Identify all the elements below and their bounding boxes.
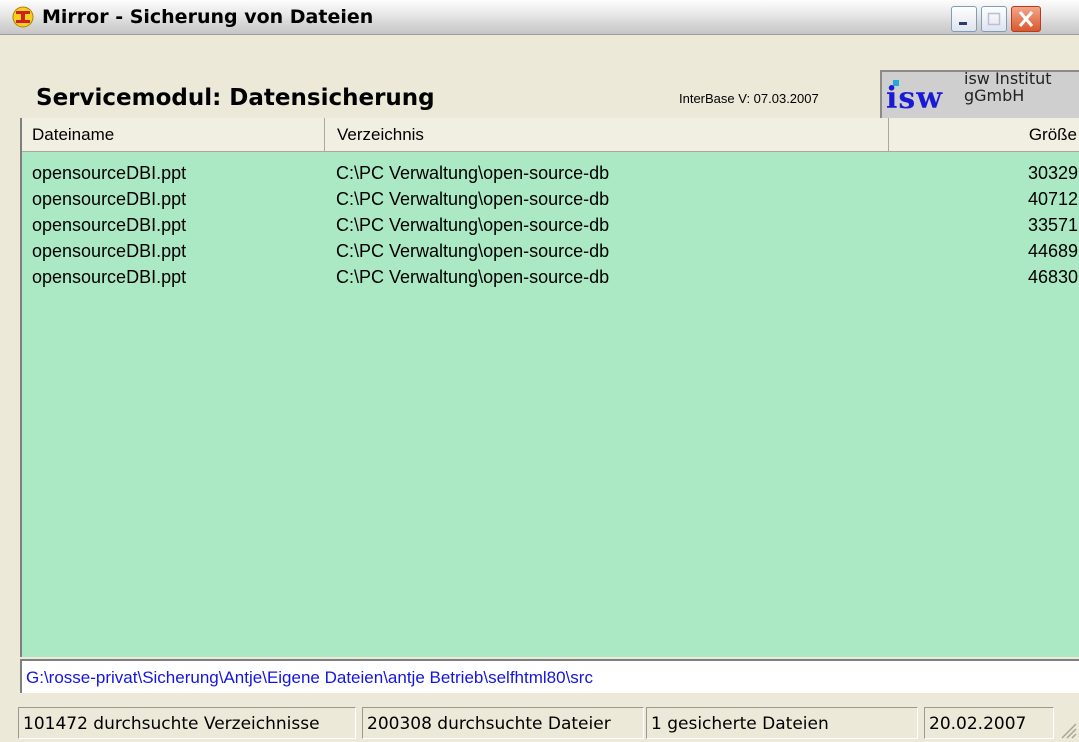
table-row[interactable]: opensourceDBI.ppt C:\PC Verwaltung\open-… — [22, 264, 1079, 290]
column-header-filename[interactable]: Dateiname — [22, 118, 325, 152]
logo-isw-text: isw — [886, 81, 944, 116]
table-row[interactable]: opensourceDBI.ppt C:\PC Verwaltung\open-… — [22, 238, 1079, 264]
table-row[interactable]: opensourceDBI.ppt C:\PC Verwaltung\open-… — [22, 186, 1079, 212]
status-date: 20.02.2007 — [924, 707, 1054, 739]
cell-size: 33571 — [1027, 215, 1078, 235]
cell-filename: opensourceDBI.ppt — [32, 267, 187, 287]
cell-filename: opensourceDBI.ppt — [32, 241, 187, 261]
column-header-size[interactable]: Größe — [889, 118, 1079, 152]
cell-filename: opensourceDBI.ppt — [32, 215, 187, 235]
file-list[interactable]: Dateiname Verzeichnis Größe opensourceDB… — [20, 118, 1079, 657]
cell-size: 40712 — [1027, 189, 1078, 209]
logo-company-suffix: gGmbH — [964, 86, 1025, 105]
minimize-icon — [959, 22, 967, 25]
cell-size: 44689 — [1027, 241, 1078, 261]
app-window: Mirror - Sicherung von Dateien Servicemo… — [0, 0, 1079, 742]
close-button[interactable] — [1011, 6, 1041, 32]
frame-edge — [16, 118, 18, 703]
status-files-count: 200308 durchsuchte Dateier — [362, 707, 644, 739]
cell-directory: C:\PC Verwaltung\open-source-db — [336, 189, 610, 209]
cell-filename: opensourceDBI.ppt — [32, 189, 187, 209]
status-dirs-count: 101472 durchsuchte Verzeichnisse — [18, 707, 356, 739]
cell-directory: C:\PC Verwaltung\open-source-db — [336, 163, 610, 183]
cell-directory: C:\PC Verwaltung\open-source-db — [336, 267, 610, 287]
table-row[interactable]: opensourceDBI.ppt C:\PC Verwaltung\open-… — [22, 160, 1079, 186]
current-path: G:\rosse-privat\Sicherung\Antje\Eigene D… — [20, 659, 1079, 693]
minimize-button[interactable] — [951, 6, 977, 32]
cell-size: 30329 — [1027, 163, 1078, 183]
version-label: InterBase V: 07.03.2007 — [679, 91, 819, 106]
page-title: Servicemodul: Datensicherung — [36, 85, 435, 111]
cell-filename: opensourceDBI.ppt — [32, 163, 187, 183]
table-row[interactable]: opensourceDBI.ppt C:\PC Verwaltung\open-… — [22, 212, 1079, 238]
cell-directory: C:\PC Verwaltung\open-source-db — [336, 241, 610, 261]
resize-grip-icon[interactable] — [1058, 720, 1078, 740]
status-saved-count: 1 gesicherte Dateien — [646, 707, 918, 739]
maximize-icon — [987, 12, 1001, 26]
close-icon — [1018, 11, 1034, 27]
maximize-button[interactable] — [981, 6, 1007, 32]
cell-size: 46830 — [1027, 267, 1078, 287]
cell-directory: C:\PC Verwaltung\open-source-db — [336, 215, 610, 235]
column-header-directory[interactable]: Verzeichnis — [325, 118, 889, 152]
title-bar[interactable]: Mirror - Sicherung von Dateien — [0, 0, 1079, 35]
window-title: Mirror - Sicherung von Dateien — [42, 6, 374, 28]
mirror-app-icon — [12, 6, 34, 28]
